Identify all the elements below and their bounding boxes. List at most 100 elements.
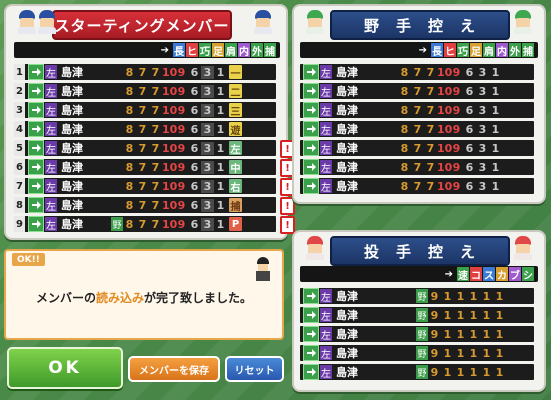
ok-button[interactable]: OK bbox=[7, 347, 123, 389]
pitchers-panel: 投 手 控 え ➔ 速コスカブシ 左島津野 9 1 1 1 1 1 左島津野 9 1 1 1 1 1 左島津… bbox=[292, 230, 546, 392]
bench-row[interactable]: 左島津 8 7 7 10 9 6 3 1 bbox=[300, 64, 534, 80]
stat-value: 7 bbox=[151, 160, 160, 174]
pitcher-row[interactable]: 左島津野 9 1 1 1 1 1 bbox=[300, 326, 534, 342]
stat-value: 10 bbox=[162, 179, 178, 193]
column-label: シ bbox=[522, 267, 534, 282]
swap-arrow-icon[interactable] bbox=[303, 159, 319, 175]
save-members-button[interactable]: メンバーを保存 bbox=[128, 356, 220, 382]
mascot-icon bbox=[304, 236, 326, 260]
swap-arrow-icon[interactable] bbox=[28, 178, 44, 194]
stat-value: 10 bbox=[162, 65, 178, 79]
swap-arrow-icon[interactable] bbox=[303, 307, 319, 323]
hand-label: 左 bbox=[320, 84, 332, 99]
position-badge[interactable]: 右 bbox=[229, 179, 242, 194]
bench-row[interactable]: 左島津 8 7 7 10 9 6 3 1 bbox=[300, 83, 534, 99]
player-tag: 野 bbox=[416, 327, 428, 341]
swap-arrow-icon[interactable] bbox=[303, 102, 319, 118]
stat-value: 1 bbox=[491, 84, 500, 98]
swap-arrow-icon[interactable] bbox=[28, 159, 44, 175]
swap-arrow-icon[interactable] bbox=[28, 140, 44, 156]
pitcher-row[interactable]: 左島津野 9 1 1 1 1 1 bbox=[300, 288, 534, 304]
swap-arrow-icon[interactable] bbox=[28, 121, 44, 137]
player-tag bbox=[386, 122, 398, 136]
position-badge[interactable]: P bbox=[229, 217, 242, 231]
hand-label: 左 bbox=[45, 217, 57, 232]
stat-value: 7 bbox=[138, 122, 147, 136]
swap-arrow-icon[interactable] bbox=[303, 345, 319, 361]
stat-value: 9 bbox=[452, 84, 461, 98]
position-badge[interactable]: 中 bbox=[229, 160, 242, 175]
column-label: 長 bbox=[431, 43, 443, 58]
swap-arrow-icon[interactable] bbox=[303, 364, 319, 380]
stat-value: 1 bbox=[469, 365, 478, 379]
stat-value: 3 bbox=[478, 84, 487, 98]
stat-value: 3 bbox=[201, 141, 214, 155]
stat-value: 10 bbox=[437, 179, 453, 193]
stat-value: 3 bbox=[201, 179, 214, 193]
swap-arrow-icon[interactable] bbox=[28, 216, 44, 232]
swap-arrow-icon[interactable] bbox=[28, 102, 44, 118]
swap-arrow-icon[interactable] bbox=[303, 121, 319, 137]
stat-values: 911111 bbox=[428, 366, 506, 379]
swap-arrow-icon[interactable] bbox=[303, 64, 319, 80]
lineup-row[interactable]: 8 左島津 8 7 7 10 9 6 3 1 捕 bbox=[14, 197, 276, 213]
position-badge[interactable]: 遊 bbox=[229, 122, 242, 137]
stat-value: 9 bbox=[177, 103, 186, 117]
swap-arrow-icon[interactable] bbox=[303, 326, 319, 342]
stat-value: 10 bbox=[162, 141, 178, 155]
stat-value: 7 bbox=[426, 84, 435, 98]
position-badge[interactable]: 一 bbox=[229, 65, 242, 80]
stat-value: 1 bbox=[469, 346, 478, 360]
lineup-row[interactable]: 5 左島津 8 7 7 10 9 6 3 1 左 bbox=[14, 140, 276, 156]
stat-value: 6 bbox=[465, 141, 474, 155]
stat-value: 8 bbox=[125, 179, 134, 193]
position-badge[interactable]: 捕 bbox=[229, 198, 242, 213]
position-badge[interactable]: 三 bbox=[229, 103, 242, 118]
lineup-row[interactable]: 4 左島津 8 7 7 10 9 6 3 1 遊 bbox=[14, 121, 276, 137]
swap-arrow-icon[interactable] bbox=[28, 197, 44, 213]
position-badge[interactable]: 二 bbox=[229, 84, 242, 99]
lineup-row[interactable]: 6 左島津 8 7 7 10 9 6 3 1 中 bbox=[14, 159, 276, 175]
lineup-row[interactable]: 9 左島津野 8 7 7 10 9 6 3 1 P bbox=[14, 216, 276, 232]
bench-row[interactable]: 左島津 8 7 7 10 9 6 3 1 bbox=[300, 102, 534, 118]
stat-value: 1 bbox=[495, 346, 504, 360]
stat-value: 10 bbox=[437, 141, 453, 155]
swap-arrow-icon[interactable] bbox=[303, 140, 319, 156]
lineup-row[interactable]: 3 左島津 8 7 7 10 9 6 3 1 三 bbox=[14, 102, 276, 118]
bench-row[interactable]: 左島津 8 7 7 10 9 6 3 1 bbox=[300, 159, 534, 175]
player-tag bbox=[111, 103, 123, 117]
stat-value: 9 bbox=[452, 179, 461, 193]
pitcher-row[interactable]: 左島津野 9 1 1 1 1 1 bbox=[300, 364, 534, 380]
bench-row[interactable]: 左島津 8 7 7 10 9 6 3 1 bbox=[300, 178, 534, 194]
hand-label: 左 bbox=[45, 65, 57, 80]
lineup-row[interactable]: 2 左島津 8 7 7 10 9 6 3 1 二 bbox=[14, 83, 276, 99]
bench-row[interactable]: 左島津 8 7 7 10 9 6 3 1 bbox=[300, 140, 534, 156]
batting-order-number: 9 bbox=[14, 216, 25, 232]
swap-arrow-icon[interactable] bbox=[303, 288, 319, 304]
lineup-row[interactable]: 1 左島津 8 7 7 10 9 6 3 1 一 bbox=[14, 64, 276, 80]
stat-value: 7 bbox=[426, 179, 435, 193]
stat-value: 8 bbox=[400, 141, 409, 155]
bench-row[interactable]: 左島津 8 7 7 10 9 6 3 1 bbox=[300, 121, 534, 137]
column-label: ヒ bbox=[444, 43, 456, 58]
swap-arrow-icon[interactable] bbox=[28, 83, 44, 99]
swap-arrow-icon[interactable] bbox=[28, 64, 44, 80]
stat-value: 8 bbox=[125, 122, 134, 136]
player-name: 島津 bbox=[61, 199, 83, 212]
stat-value: 10 bbox=[162, 122, 178, 136]
swap-arrow-icon[interactable] bbox=[303, 178, 319, 194]
pitcher-row[interactable]: 左島津野 9 1 1 1 1 1 bbox=[300, 345, 534, 361]
stat-value: 6 bbox=[465, 179, 474, 193]
hand-label: 左 bbox=[320, 141, 332, 156]
stat-values: 911111 bbox=[428, 309, 506, 322]
stat-value: 1 bbox=[491, 122, 500, 136]
reset-button[interactable]: リセット bbox=[225, 356, 284, 382]
column-label: 外 bbox=[509, 43, 521, 58]
swap-arrow-icon[interactable] bbox=[303, 83, 319, 99]
pitcher-row[interactable]: 左島津野 9 1 1 1 1 1 bbox=[300, 307, 534, 323]
stat-values: 8 7 7 10 9 6 3 1 bbox=[123, 217, 227, 231]
player-name: 島津 bbox=[61, 218, 83, 231]
lineup-row[interactable]: 7 左島津 8 7 7 10 9 6 3 1 右 bbox=[14, 178, 276, 194]
player-name: 島津 bbox=[61, 142, 83, 155]
position-badge[interactable]: 左 bbox=[229, 141, 242, 156]
